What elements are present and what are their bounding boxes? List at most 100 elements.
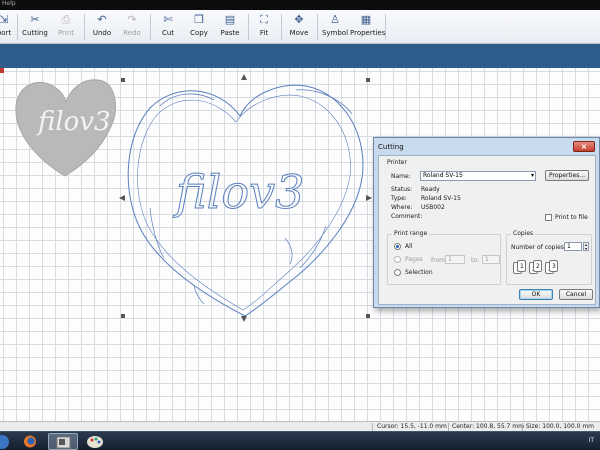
outline-text: filov3 — [173, 165, 304, 219]
type-label: Type: — [391, 195, 407, 202]
redo-icon: ↷ — [127, 13, 137, 26]
status-cursor: Cursor: 15.5, -11.0 mm — [377, 423, 447, 430]
print-range-title: Print range — [392, 230, 430, 237]
toolbar-separator — [317, 14, 318, 40]
status-separator — [448, 423, 449, 431]
toolbar-move-button[interactable]: ✥ Move — [286, 12, 312, 42]
move-icon: ✥ — [294, 13, 304, 26]
window-titlebar — [0, 0, 600, 10]
type-value: Roland SV-15 — [421, 195, 461, 202]
symbol-icon: ♙ — [330, 13, 340, 26]
copies-title: Copies — [511, 230, 536, 237]
toolbar: ⇲ port ✂ Cutting ⎙ Print ↶ Undo ↷ Redo ✄… — [0, 10, 600, 44]
toolbar-redo-button[interactable]: ↷ Redo — [120, 12, 144, 42]
cancel-button[interactable]: Cancel — [559, 289, 593, 300]
status-bar: Cursor: 15.5, -11.0 mm Center: 100.8, 55… — [0, 421, 600, 431]
toolbar-symbol-button[interactable]: ♙ Symbol — [321, 12, 349, 42]
printer-icon: ⎙ — [61, 13, 71, 26]
toolbar-cut-button[interactable]: ✄ Cut — [156, 12, 180, 42]
cancel-button-label: Cancel — [565, 291, 587, 298]
taskbar-firefox[interactable] — [18, 433, 42, 450]
toolbar-redo-label: Redo — [123, 29, 141, 37]
menu-item-help[interactable]: Help — [0, 0, 16, 8]
thumbnail-text: filov3 — [36, 107, 111, 137]
selection-label: Selection — [405, 269, 433, 276]
ribbon-band — [0, 44, 600, 68]
toolbar-print-button[interactable]: ⎙ Print — [54, 12, 78, 42]
status-separator — [522, 423, 523, 431]
toolbar-import-label: port — [0, 29, 12, 37]
toolbar-properties-button[interactable]: ▦ Properties — [350, 12, 386, 42]
origin-marker — [0, 68, 4, 73]
toolbar-copy-button[interactable]: ❐ Copy — [186, 12, 212, 42]
selection-radio[interactable] — [394, 269, 401, 276]
pages-label: Pages — [405, 256, 423, 263]
language-indicator[interactable]: IT — [589, 437, 594, 444]
status-center: Center: 100.8, 55.7 mm — [452, 423, 524, 430]
toolbar-cutting-button[interactable]: ✂ Cutting — [22, 12, 48, 42]
toolbar-print-label: Print — [57, 29, 75, 37]
cutting-dialog: Cutting × Printer Name: Roland SV-15 ▾ P… — [373, 137, 600, 308]
dialog-close-button[interactable]: × — [573, 141, 595, 152]
status-label: Status: — [391, 186, 413, 193]
all-radio[interactable] — [394, 243, 401, 250]
printer-select-value: Roland SV-15 — [423, 172, 463, 179]
ok-button[interactable]: OK — [519, 289, 553, 300]
toolbar-properties-label: Properties — [350, 29, 386, 37]
chevron-down-icon: ▾ — [530, 172, 534, 179]
collate-icon: 1 1 2 2 3 3 — [513, 260, 563, 278]
pages-radio[interactable] — [394, 256, 401, 263]
copies-field[interactable]: 1 — [564, 242, 582, 251]
close-icon: × — [580, 142, 588, 151]
paint-icon — [87, 436, 103, 448]
fit-icon: ⛶ — [260, 13, 268, 26]
copies-stepper[interactable]: ▴ ▾ — [583, 242, 589, 251]
taskbar-cutting-app[interactable] — [48, 433, 78, 450]
properties-button-label: Properties... — [548, 172, 586, 179]
start-button[interactable] — [0, 433, 10, 450]
toolbar-separator — [150, 14, 151, 40]
from-value: 1 — [448, 256, 452, 263]
toolbar-separator — [385, 14, 386, 40]
taskbar-paint[interactable] — [82, 433, 108, 450]
properties-button[interactable]: Properties... — [545, 170, 589, 181]
print-to-file-label: Print to file — [555, 214, 588, 221]
to-label: to: — [471, 257, 480, 264]
toolbar-separator — [281, 14, 282, 40]
toolbar-undo-button[interactable]: ↶ Undo — [90, 12, 114, 42]
to-value: 1 — [485, 256, 489, 263]
print-to-file-checkbox[interactable] — [545, 214, 552, 221]
firefox-icon — [24, 435, 36, 448]
status-size: Size: 100.0, 100.0 mm — [526, 423, 595, 430]
heart-outline[interactable]: filov3 — [127, 84, 364, 317]
print-range-group: Print range All Pages from: 1 to: 1 Sele… — [387, 230, 501, 285]
where-value: USB002 — [421, 204, 445, 211]
toolbar-symbol-label: Symbol — [321, 29, 349, 37]
dialog-title: Cutting — [378, 143, 404, 151]
toolbar-cutting-label: Cutting — [22, 29, 48, 37]
cutter-icon: ✂ — [30, 13, 40, 26]
toolbar-cut-label: Cut — [161, 29, 175, 37]
toolbar-fit-button[interactable]: ⛶ Fit — [253, 12, 275, 42]
toolbar-move-label: Move — [289, 29, 309, 37]
printer-group-title: Printer — [387, 159, 407, 166]
to-field[interactable]: 1 — [482, 255, 500, 264]
toolbar-paste-label: Paste — [220, 29, 240, 37]
heart-thumbnail[interactable]: filov3 — [15, 79, 116, 177]
windows-icon — [0, 435, 9, 449]
undo-icon: ↶ — [97, 13, 107, 26]
toolbar-fit-label: Fit — [259, 29, 269, 37]
copies-value: 1 — [567, 243, 571, 250]
status-value: Ready — [421, 186, 440, 193]
printer-select[interactable]: Roland SV-15 ▾ — [420, 171, 536, 181]
toolbar-separator — [84, 14, 85, 40]
where-label: Where: — [391, 204, 413, 211]
ok-button-label: OK — [531, 291, 541, 298]
from-field[interactable]: 1 — [445, 255, 465, 264]
toolbar-import-button[interactable]: ⇲ port — [0, 12, 14, 42]
number-of-copies-label: Number of copies: — [511, 244, 566, 251]
properties-icon: ▦ — [360, 13, 372, 26]
taskbar: IT — [0, 431, 600, 450]
toolbar-separator — [17, 14, 18, 40]
toolbar-paste-button[interactable]: ▤ Paste — [217, 12, 243, 42]
